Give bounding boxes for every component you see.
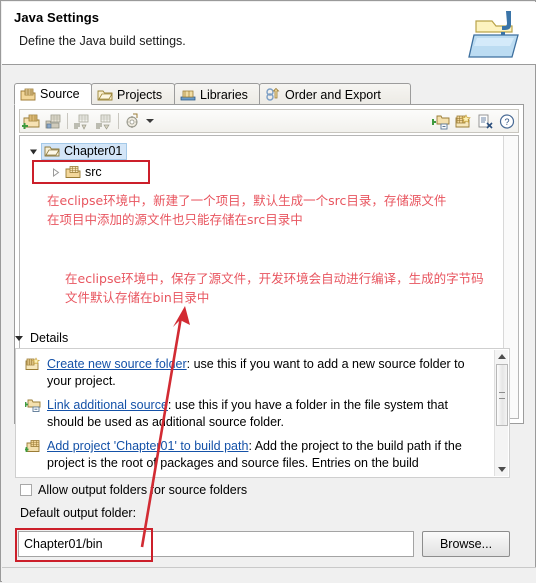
wizard-header: Java Settings Define the Java build sett… — [2, 2, 536, 65]
default-output-folder-label: Default output folder: — [20, 506, 137, 520]
create-new-source-folder-icon[interactable] — [452, 111, 474, 131]
create-new-source-folder-icon — [25, 357, 40, 370]
tree-node-selected[interactable]: Chapter01 — [41, 142, 128, 160]
browse-button-label: Browse... — [439, 537, 493, 551]
order-export-icon — [266, 87, 280, 101]
detail-item: Add project 'Chapter01' to build path: A… — [25, 438, 487, 472]
add-project-to-build-path-link[interactable]: Add project 'Chapter01' to build path — [47, 439, 248, 453]
tab-order-and-export[interactable]: Order and Export — [259, 83, 411, 105]
edit-filter-icon[interactable] — [71, 111, 93, 131]
add-project-build-path-icon — [25, 440, 40, 452]
allow-output-folders-checkbox-row[interactable]: Allow output folders for source folders — [20, 483, 247, 497]
tab-libraries-label: Libraries — [200, 87, 248, 102]
tab-projects-label: Projects — [117, 87, 163, 102]
annotation-note-bin: 在eclipse环境中，保存了源文件，开发环境会自动进行编译，生成的字节码 文件… — [65, 269, 484, 307]
help-icon[interactable]: ? — [496, 111, 518, 131]
annotation-note-src-line2: 在项目中添加的源文件也只能存储在src目录中 — [47, 212, 303, 227]
projects-folder-icon — [97, 90, 113, 101]
wizard-bottom-strip — [2, 567, 536, 582]
details-panel: Create new source folder: use this if yo… — [15, 348, 510, 478]
detail-item: Create new source folder: use this if yo… — [25, 356, 487, 390]
expanded-twisty-icon[interactable] — [28, 146, 39, 157]
link-additional-source-icon — [25, 399, 41, 412]
tab-source[interactable]: Source — [14, 83, 92, 105]
tab-projects[interactable]: Projects — [91, 83, 175, 105]
annotation-box-src — [32, 160, 150, 184]
add-folder-icon[interactable] — [20, 111, 42, 131]
scroll-up-arrow-icon[interactable] — [495, 350, 509, 363]
tab-order-and-export-label: Order and Export — [285, 87, 381, 102]
scroll-down-arrow-icon[interactable] — [495, 463, 509, 476]
detail-item: Link additional source: use this if you … — [25, 397, 487, 431]
source-toolbar: ? — [19, 109, 519, 133]
annotation-box-output-folder — [15, 528, 153, 562]
tree-row[interactable]: Chapter01 — [28, 142, 128, 160]
toolbar-separator — [67, 113, 68, 129]
tab-strip: Source Projects Libraries Order and Expo… — [14, 83, 524, 105]
toolbar-separator — [118, 113, 119, 129]
detail-item-body: Create new source folder: use this if yo… — [25, 356, 487, 390]
source-folder-icon — [20, 88, 36, 100]
page-subtitle: Define the Java build settings. — [19, 34, 186, 48]
tree-node-label: Chapter01 — [64, 143, 123, 158]
details-vertical-scrollbar[interactable] — [494, 350, 508, 476]
allow-output-folders-checkbox[interactable] — [20, 484, 32, 496]
link-additional-source-link[interactable]: Link additional source — [47, 398, 168, 412]
remove-source-icon[interactable] — [474, 111, 496, 131]
remove-filter-icon[interactable] — [93, 111, 115, 131]
java-settings-wizard-page: Java Settings Define the Java build sett… — [0, 0, 536, 582]
annotation-note-src: 在eclipse环境中，新建了一个项目，默认生成一个src目录，存储源文件 在项… — [47, 191, 446, 229]
detail-item-body: Link additional source: use this if you … — [25, 397, 487, 431]
detail-item-body: Add project 'Chapter01' to build path: A… — [25, 438, 487, 472]
link-additional-source-icon[interactable] — [430, 111, 452, 131]
configure-icon[interactable] — [122, 111, 144, 131]
tab-libraries[interactable]: Libraries — [174, 83, 260, 105]
svg-text:?: ? — [504, 117, 509, 127]
project-folder-icon — [44, 146, 60, 157]
page-title: Java Settings — [14, 10, 100, 25]
link-source-icon[interactable] — [42, 111, 64, 131]
chevron-down-icon[interactable] — [15, 335, 23, 341]
configure-dropdown-caret[interactable] — [144, 111, 156, 131]
allow-output-folders-label: Allow output folders for source folders — [38, 483, 248, 497]
tab-source-label: Source — [40, 87, 80, 101]
annotation-note-src-line1: 在eclipse环境中，新建了一个项目，默认生成一个src目录，存储源文件 — [47, 193, 447, 208]
annotation-note-bin-line2: 文件默认存储在bin目录中 — [65, 290, 210, 305]
java-build-folder-icon — [468, 11, 519, 58]
details-section-header[interactable]: Details — [15, 331, 68, 345]
create-new-source-folder-link[interactable]: Create new source folder — [47, 357, 187, 371]
annotation-note-bin-line1: 在eclipse环境中，保存了源文件，开发环境会自动进行编译，生成的字节码 — [65, 271, 484, 286]
details-label: Details — [30, 331, 69, 345]
scrollbar-thumb[interactable] — [496, 364, 508, 426]
browse-button[interactable]: Browse... — [422, 531, 510, 557]
libraries-jar-icon — [180, 90, 196, 101]
